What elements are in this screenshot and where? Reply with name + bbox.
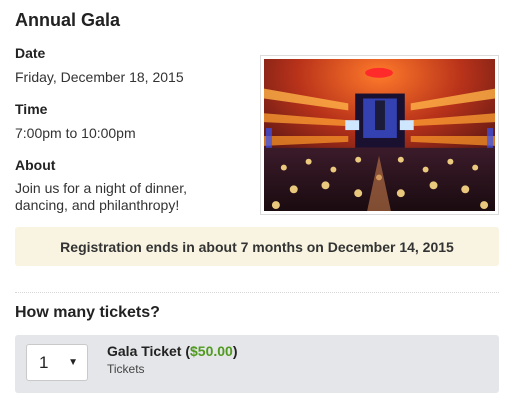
section-divider (15, 292, 499, 293)
tickets-heading: How many tickets? (15, 304, 160, 321)
ticket-quantity-value: 1 (39, 353, 49, 372)
registration-notice-text: Registration ends in about 7 months on D… (60, 238, 454, 255)
ticket-name: Gala Ticket (107, 343, 182, 359)
ticket-quantity-select[interactable]: 1 ▼ (26, 344, 88, 381)
date-label: Date (15, 45, 46, 61)
time-value: 7:00pm to 10:00pm (15, 125, 136, 141)
about-text: Join us for a night of dinner, dancing, … (15, 180, 187, 213)
time-label: Time (15, 101, 48, 117)
event-title: Annual Gala (15, 10, 121, 30)
event-photo (260, 55, 499, 215)
ticket-name-line: Gala Ticket ($50.00) (107, 343, 238, 359)
ticket-price: $50.00 (190, 343, 233, 359)
ticket-category: Tickets (107, 362, 145, 376)
registration-notice: Registration ends in about 7 months on D… (15, 227, 499, 266)
about-label: About (15, 157, 56, 173)
caret-down-icon: ▼ (68, 357, 78, 368)
date-value: Friday, December 18, 2015 (15, 69, 184, 85)
concert-hall-image (264, 59, 495, 211)
ticket-row: 1 ▼ Gala Ticket ($50.00) Tickets (15, 335, 499, 393)
